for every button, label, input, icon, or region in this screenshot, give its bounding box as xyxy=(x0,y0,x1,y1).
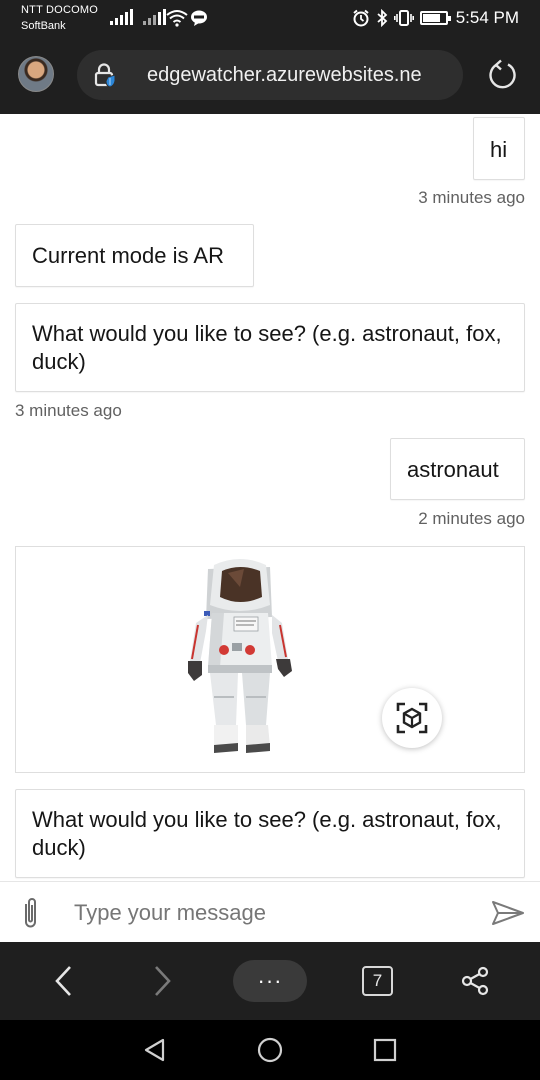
alarm-icon xyxy=(353,9,369,27)
browser-address-bar: edgewatcher.azurewebsites.ne xyxy=(0,37,540,114)
user-message-bubble: hi xyxy=(473,117,525,180)
message-timestamp: 3 minutes ago xyxy=(418,188,525,207)
message-timestamp: 3 minutes ago xyxy=(15,401,122,420)
message-text: What would you like to see? (e.g. astron… xyxy=(32,807,502,860)
tabs-button[interactable]: 7 xyxy=(362,966,393,996)
message-timestamp: 2 minutes ago xyxy=(418,509,525,528)
bot-message-bubble: What would you like to see? (e.g. astron… xyxy=(15,789,525,878)
message-text: Current mode is AR xyxy=(32,243,224,268)
message-text: astronaut xyxy=(407,457,499,482)
carrier-primary: NTT DOCOMO xyxy=(21,4,98,16)
message-input[interactable] xyxy=(74,896,464,930)
lock-icon[interactable] xyxy=(93,62,117,88)
share-icon xyxy=(461,966,489,996)
signal-icon xyxy=(110,9,133,25)
model-viewer-card[interactable] xyxy=(15,546,525,773)
astronaut-model[interactable] xyxy=(184,557,296,761)
system-home-icon[interactable] xyxy=(257,1037,283,1063)
chat-transcript[interactable]: hi 3 minutes ago Current mode is AR What… xyxy=(0,114,540,881)
vibrate-icon xyxy=(394,10,414,26)
message-text: What would you like to see? (e.g. astron… xyxy=(32,321,502,374)
bot-message-bubble: Current mode is AR xyxy=(15,224,254,287)
status-time: 5:54 PM xyxy=(455,8,519,27)
back-arrow-icon xyxy=(55,966,71,996)
attachment-icon[interactable] xyxy=(18,896,42,930)
reload-icon[interactable] xyxy=(487,59,519,91)
message-text: hi xyxy=(490,137,508,162)
share-button[interactable] xyxy=(455,961,495,1001)
profile-avatar[interactable] xyxy=(18,56,54,92)
system-navigation-bar xyxy=(0,1020,540,1080)
url-text[interactable]: edgewatcher.azurewebsites.ne xyxy=(147,64,422,87)
system-recents-icon[interactable] xyxy=(372,1037,398,1063)
system-back-icon[interactable] xyxy=(142,1037,168,1063)
ar-view-icon xyxy=(396,702,428,734)
carrier-secondary: SoftBank xyxy=(21,20,66,32)
message-composer xyxy=(0,881,540,942)
line-app-icon xyxy=(191,10,207,26)
signal-icon-secondary xyxy=(143,9,166,25)
bluetooth-icon xyxy=(377,9,388,27)
battery-icon xyxy=(420,11,451,25)
forward-button[interactable] xyxy=(142,961,182,1001)
bot-message-bubble: What would you like to see? (e.g. astron… xyxy=(15,303,525,392)
browser-toolbar: ··· 7 xyxy=(0,942,540,1020)
user-message-bubble: astronaut xyxy=(390,438,525,500)
back-button[interactable] xyxy=(44,961,84,1001)
more-options-button[interactable]: ··· xyxy=(233,960,307,1002)
forward-arrow-icon xyxy=(155,966,171,996)
status-bar: NTT DOCOMO SoftBank 5:54 PM xyxy=(0,0,540,37)
url-field[interactable]: edgewatcher.azurewebsites.ne xyxy=(77,50,463,100)
status-icons xyxy=(352,9,451,27)
wifi-icon xyxy=(166,10,188,27)
send-icon[interactable] xyxy=(490,899,526,927)
view-in-ar-button[interactable] xyxy=(382,688,442,748)
